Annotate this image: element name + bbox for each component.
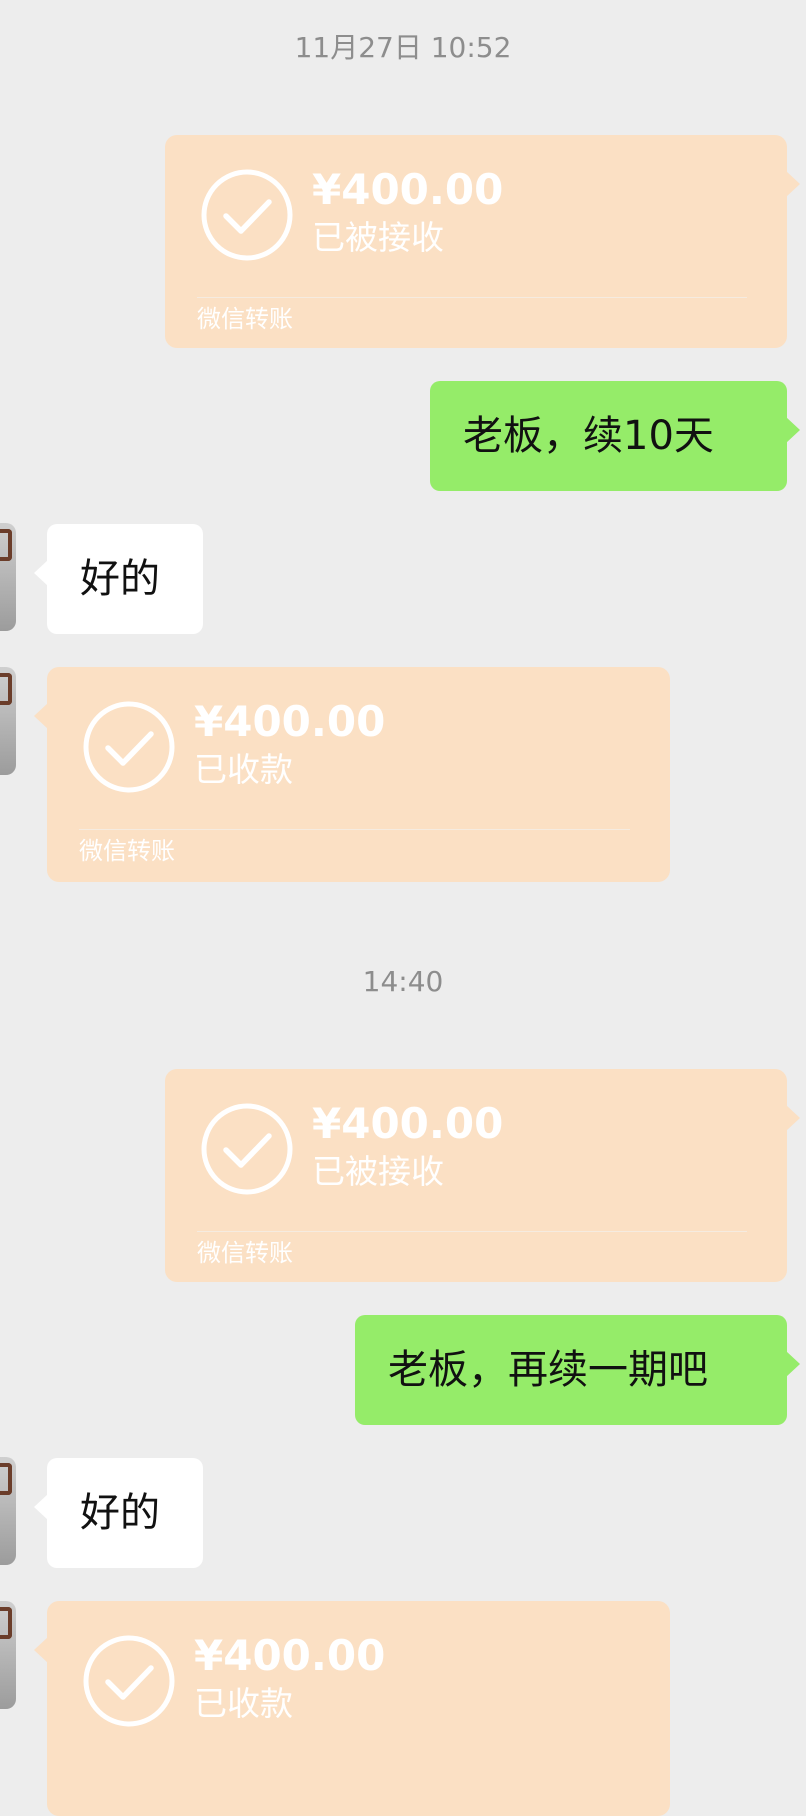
transfer-card-sent[interactable]: ¥400.00 已被接收 微信转账 bbox=[165, 1069, 800, 1282]
transfer-status: 已被接收 bbox=[312, 218, 444, 257]
sent-message[interactable]: 老板，再续一期吧 bbox=[355, 1315, 800, 1425]
received-message[interactable]: 好的 bbox=[34, 524, 203, 634]
message-text: 好的 bbox=[80, 556, 160, 602]
transfer-status: 已收款 bbox=[194, 1684, 293, 1723]
transfer-amount: ¥400.00 bbox=[194, 697, 386, 746]
transfer-card-received[interactable]: ¥400.00 已收款 微信转账 bbox=[34, 667, 670, 882]
message-text: 老板，再续一期吧 bbox=[388, 1347, 708, 1393]
transfer-status: 已收款 bbox=[194, 750, 293, 789]
bubble-tail bbox=[786, 417, 800, 443]
avatar[interactable] bbox=[0, 523, 16, 631]
divider bbox=[197, 1231, 747, 1232]
transfer-amount: ¥400.00 bbox=[312, 165, 504, 214]
bubble-tail bbox=[34, 560, 48, 586]
transfer-card-received[interactable]: ¥400.00 已收款 bbox=[34, 1601, 670, 1816]
sent-message[interactable]: 老板，续10天 bbox=[430, 381, 800, 491]
check-circle-icon bbox=[83, 701, 175, 793]
avatar[interactable] bbox=[0, 1601, 16, 1709]
check-circle-icon bbox=[201, 169, 293, 261]
bubble-tail bbox=[34, 1637, 48, 1663]
bubble-tail bbox=[786, 1105, 800, 1131]
timestamp: 14:40 bbox=[362, 965, 444, 998]
check-circle-icon bbox=[83, 1635, 175, 1727]
transfer-status: 已被接收 bbox=[312, 1152, 444, 1191]
check-circle-icon bbox=[201, 1103, 293, 1195]
transfer-card-sent[interactable]: ¥400.00 已被接收 微信转账 bbox=[165, 135, 800, 348]
transfer-label: 微信转账 bbox=[197, 305, 293, 333]
transfer-amount: ¥400.00 bbox=[194, 1631, 386, 1680]
avatar[interactable] bbox=[0, 667, 16, 775]
message-text: 老板，续10天 bbox=[463, 413, 714, 459]
transfer-label: 微信转账 bbox=[197, 1239, 293, 1267]
timestamp: 11月27日 10:52 bbox=[294, 31, 512, 64]
bubble-tail bbox=[34, 703, 48, 729]
bubble-tail bbox=[786, 1351, 800, 1377]
divider bbox=[197, 297, 747, 298]
divider bbox=[79, 829, 630, 830]
transfer-label: 微信转账 bbox=[79, 837, 175, 865]
transfer-amount: ¥400.00 bbox=[312, 1099, 504, 1148]
avatar[interactable] bbox=[0, 1457, 16, 1565]
received-message[interactable]: 好的 bbox=[34, 1458, 203, 1568]
bubble-tail bbox=[786, 171, 800, 197]
bubble-tail bbox=[34, 1494, 48, 1520]
message-text: 好的 bbox=[80, 1490, 160, 1536]
